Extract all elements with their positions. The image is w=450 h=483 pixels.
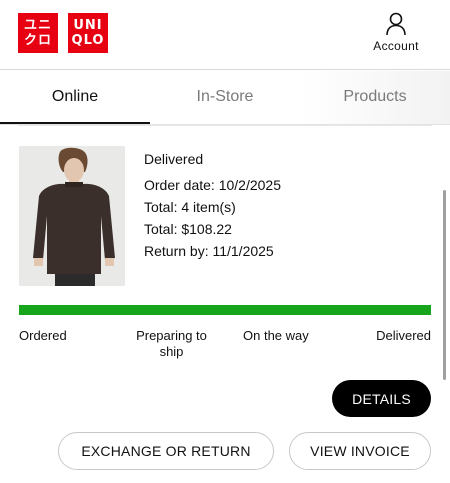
tab-in-store[interactable]: In-Store — [150, 71, 300, 124]
order-total-price: Total: $108.22 — [144, 221, 232, 237]
scrollbar[interactable] — [443, 190, 446, 380]
account-label: Account — [373, 39, 419, 53]
product-image[interactable] — [19, 146, 125, 286]
exchange-or-return-button[interactable]: EXCHANGE OR RETURN — [58, 432, 274, 470]
tab-products[interactable]: Products — [300, 71, 450, 124]
step-preparing: Preparing to ship — [136, 328, 207, 359]
details-button[interactable]: DETAILS — [332, 380, 431, 417]
order-total-items: Total: 4 item(s) — [144, 199, 236, 215]
uniqlo-logo-katakana[interactable]: ユニ クロ — [18, 13, 58, 53]
step-ordered: Ordered — [19, 328, 67, 343]
app-header: ユニ クロ UNI QLO Account — [0, 0, 450, 70]
uniqlo-logo[interactable]: UNI QLO — [68, 13, 108, 53]
order-summary: Delivered Order date: 10/2/2025 Total: 4… — [144, 148, 281, 262]
view-invoice-button[interactable]: VIEW INVOICE — [289, 432, 431, 470]
order-tabs: Online In-Store Products — [0, 71, 450, 125]
order-card: Delivered Order date: 10/2/2025 Total: 4… — [0, 125, 450, 483]
logo-text: UNI QLO — [71, 18, 105, 48]
step-on-the-way: On the way — [243, 328, 309, 343]
logo-katakana-text: ユニ クロ — [23, 18, 52, 48]
user-icon — [386, 12, 406, 36]
order-return-by: Return by: 11/1/2025 — [144, 243, 274, 259]
order-date: Order date: 10/2/2025 — [144, 177, 281, 193]
sweater-model-illustration — [19, 146, 125, 286]
order-status: Delivered — [144, 151, 204, 167]
step-delivered: Delivered — [376, 328, 431, 343]
account-button[interactable]: Account — [366, 12, 426, 53]
tab-online[interactable]: Online — [0, 71, 150, 124]
delivery-steps: Ordered Preparing to ship On the way Del… — [19, 328, 431, 368]
divider — [18, 125, 432, 126]
delivery-progress-bar — [19, 305, 431, 315]
